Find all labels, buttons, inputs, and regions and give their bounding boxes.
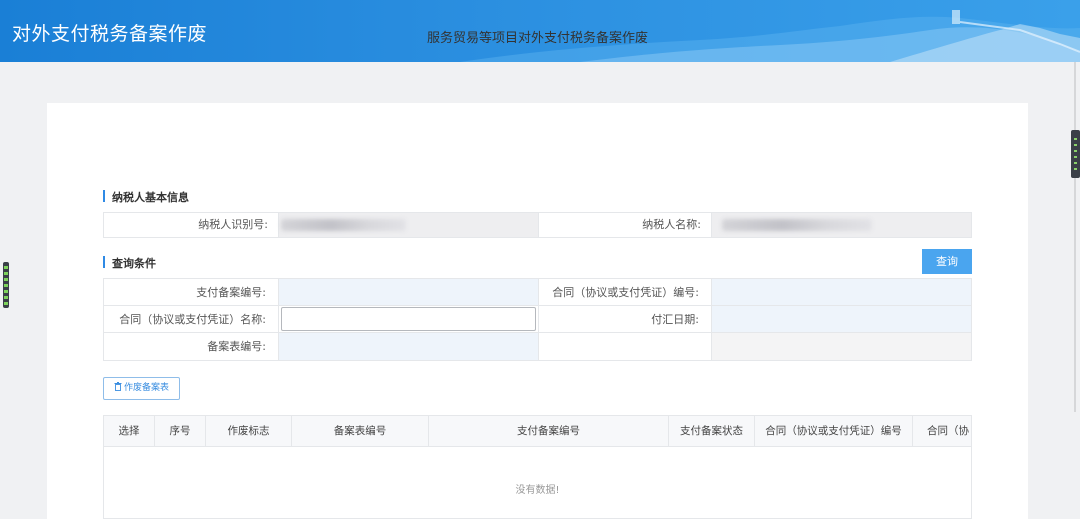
form-no-label: 备案表编号: bbox=[104, 333, 279, 360]
taxpayer-name-value bbox=[712, 213, 971, 237]
col-void-flag[interactable]: 作废标志 bbox=[206, 416, 292, 446]
taxpayer-id-label: 纳税人识别号: bbox=[104, 213, 279, 237]
section-basic-info: 纳税人基本信息 bbox=[103, 189, 189, 205]
void-form-button[interactable]: 作废备案表 bbox=[103, 377, 180, 400]
taxpayer-info-table: 纳税人识别号: 纳税人名称: bbox=[103, 212, 972, 238]
form-no-input[interactable] bbox=[279, 333, 539, 360]
taxpayer-id-value bbox=[279, 213, 539, 237]
payment-record-no-input[interactable] bbox=[279, 279, 539, 305]
col-payment-status[interactable]: 支付备案状态 bbox=[669, 416, 755, 446]
empty-message: 没有数据! bbox=[515, 485, 560, 496]
redacted-text bbox=[722, 219, 872, 231]
record-grid: 选择 序号 作废标志 备案表编号 支付备案编号 支付备案状态 合同（协议或支付凭… bbox=[103, 415, 972, 519]
contract-no-input[interactable] bbox=[712, 279, 971, 305]
col-select[interactable]: 选择 bbox=[104, 416, 155, 446]
section-query: 查询条件 bbox=[103, 255, 156, 271]
right-scroll-track[interactable] bbox=[1074, 62, 1076, 412]
left-side-handle[interactable] bbox=[3, 262, 9, 308]
payment-record-no-label: 支付备案编号: bbox=[104, 279, 279, 305]
contract-name-input[interactable] bbox=[279, 306, 539, 332]
trash-icon bbox=[114, 379, 122, 400]
empty-value-cell bbox=[712, 333, 971, 360]
contract-name-label: 合同（协议或支付凭证）名称: bbox=[104, 306, 279, 332]
empty-label-cell bbox=[539, 333, 712, 360]
col-payment-record-no[interactable]: 支付备案编号 bbox=[429, 416, 669, 446]
col-contract-no[interactable]: 合同（协议或支付凭证）编号 bbox=[755, 416, 913, 446]
query-conditions-table: 支付备案编号: 合同（协议或支付凭证）编号: 合同（协议或支付凭证）名称: 付汇… bbox=[103, 278, 972, 361]
redacted-text bbox=[281, 219, 406, 231]
void-form-label: 作废备案表 bbox=[123, 383, 169, 393]
taxpayer-name-label: 纳税人名称: bbox=[539, 213, 712, 237]
query-button[interactable]: 查询 bbox=[922, 249, 972, 274]
col-seq[interactable]: 序号 bbox=[155, 416, 206, 446]
remit-date-input[interactable] bbox=[712, 306, 971, 332]
contract-no-label: 合同（协议或支付凭证）编号: bbox=[539, 279, 712, 305]
grid-header: 选择 序号 作废标志 备案表编号 支付备案编号 支付备案状态 合同（协议或支付凭… bbox=[104, 416, 971, 447]
right-scrollbar-thumb[interactable] bbox=[1071, 130, 1080, 178]
col-contract-name[interactable]: 合同（协 bbox=[913, 416, 971, 446]
col-form-no[interactable]: 备案表编号 bbox=[292, 416, 429, 446]
remit-date-label: 付汇日期: bbox=[539, 306, 712, 332]
page-title: 服务贸易等项目对外支付税务备案作废 bbox=[426, 31, 648, 46]
